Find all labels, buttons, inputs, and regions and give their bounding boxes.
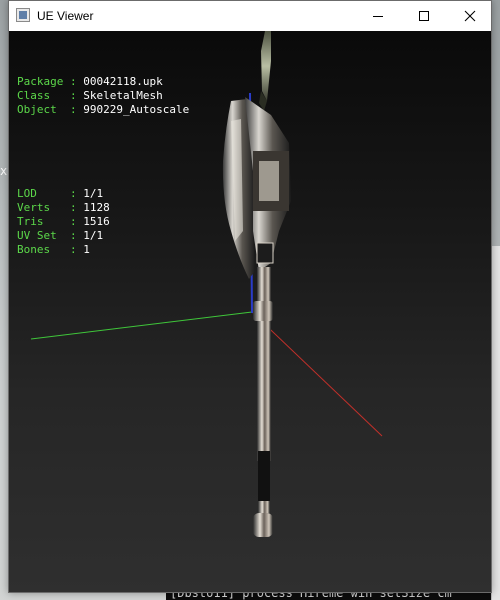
object-info-block: Package : 00042118.upk Class : SkeletalMe… (17, 75, 189, 117)
axe-head (222, 97, 291, 279)
info-key: UV Set : (17, 229, 84, 242)
title-bar[interactable]: UE Viewer (9, 1, 491, 31)
info-row: UV Set : 1/1 (17, 229, 189, 243)
y-axis-line (30, 311, 253, 340)
mesh-info-overlay: Package : 00042118.upk Class : SkeletalMe… (17, 47, 189, 285)
x-axis-line (252, 312, 383, 437)
console-scrollbar[interactable] (491, 246, 500, 600)
axe-blade (259, 31, 271, 111)
info-key: Bones : (17, 243, 84, 256)
info-row: LOD : 1/1 (17, 187, 189, 201)
info-key: Class : (17, 89, 84, 102)
info-key: Verts : (17, 201, 84, 214)
info-row: Verts : 1128 (17, 201, 189, 215)
close-icon (464, 10, 476, 22)
info-value: 1516 (83, 215, 110, 228)
axe-shaft (253, 267, 273, 537)
info-key: LOD : (17, 187, 84, 200)
close-button[interactable] (447, 1, 493, 31)
info-value: 00042118.upk (83, 75, 163, 88)
mesh-stats-block: LOD : 1/1 Verts : 1128 Tris : 1516 UV Set :… (17, 187, 189, 257)
info-row: Tris : 1516 (17, 215, 189, 229)
background-window-fragment: x (0, 164, 8, 178)
app-icon (16, 8, 30, 22)
info-value: 1/1 (83, 229, 104, 242)
info-key: Tris : (17, 215, 84, 228)
info-key: Package : (17, 75, 84, 88)
info-row: Class : SkeletalMesh (17, 89, 189, 103)
info-row: Package : 00042118.upk (17, 75, 189, 89)
maximize-button[interactable] (401, 1, 447, 31)
info-row: Object : 990229_Autoscale (17, 103, 189, 117)
maximize-icon (419, 11, 429, 21)
info-value: SkeletalMesh (83, 89, 163, 102)
info-key: Object : (17, 103, 84, 116)
minimize-icon (373, 16, 383, 17)
info-value: 1128 (83, 201, 110, 214)
info-row: Bones : 1 (17, 243, 189, 257)
info-value: 990229_Autoscale (83, 103, 190, 116)
ue-viewer-window: UE Viewer Package: 00042118.upk Class:… (8, 0, 492, 593)
window-title: UE Viewer (37, 9, 94, 23)
info-value: 1 (83, 243, 90, 256)
minimize-button[interactable] (355, 1, 401, 31)
3d-viewport[interactable]: Package : 00042118.upk Class : SkeletalMe… (9, 31, 491, 592)
info-value: 1/1 (83, 187, 104, 200)
